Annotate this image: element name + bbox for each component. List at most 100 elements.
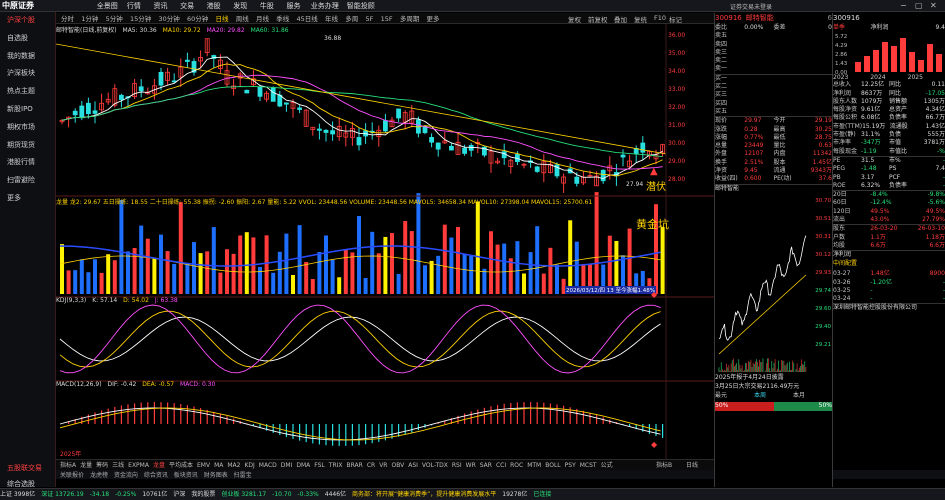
minimize-icon[interactable]: − <box>900 1 907 10</box>
bottom-tab[interactable]: 关联报价 <box>60 472 84 479</box>
sidebar-item[interactable]: 更多 <box>0 190 55 208</box>
sidebar-item[interactable]: 我的数据 <box>0 48 55 66</box>
close-icon[interactable]: ✕ <box>930 1 937 10</box>
bottom-tab[interactable]: 板块资讯 <box>174 472 198 479</box>
indicator-tab[interactable]: ASI <box>408 462 418 469</box>
indicator-tab[interactable]: 筹码 <box>96 462 108 469</box>
indicator-tab[interactable]: TRIX <box>329 462 343 469</box>
toolbar-button[interactable]: 复统 <box>634 14 647 24</box>
indicator-tab[interactable]: ROC <box>510 462 523 469</box>
news-tab[interactable]: 净利润 <box>833 251 945 260</box>
bottom-tab[interactable]: 财务图表 <box>204 472 228 479</box>
bottom-tab[interactable]: 龙虎榜 <box>90 472 108 479</box>
menu-item[interactable]: 全景图 <box>94 1 121 11</box>
indicator-tab[interactable]: DMA <box>296 462 310 469</box>
period-tab[interactable]: 15分钟 <box>130 15 151 23</box>
news-tab[interactable]: 中间配置 <box>833 260 945 270</box>
indicator-tab[interactable]: MTM <box>527 462 541 469</box>
indicator-tab[interactable]: MCST <box>580 462 597 469</box>
sidebar-item[interactable]: 新股IPO <box>0 101 55 119</box>
menu-item[interactable]: 行情 <box>121 1 148 11</box>
menu-item[interactable]: 港股 <box>200 1 227 11</box>
toolbar-button[interactable]: 前复权 <box>588 14 608 24</box>
indicator-tab[interactable]: SAR <box>480 462 492 469</box>
indicator-tab[interactable]: VR <box>379 462 387 469</box>
indicator-tab[interactable]: PSY <box>565 462 576 469</box>
account-status[interactable]: 证券交易未登录 <box>730 2 772 11</box>
sidebar-item[interactable]: 沪深个股 <box>0 12 55 30</box>
indicator-tab[interactable]: CCI <box>496 462 506 469</box>
menu-item[interactable]: 交易 <box>174 1 201 11</box>
maximize-icon[interactable]: ▢ <box>915 1 923 10</box>
indicator-tab[interactable]: CR <box>367 462 375 469</box>
sidebar-item[interactable]: 扫雷避险 <box>0 172 55 190</box>
indicator-tab[interactable]: MACD <box>259 462 277 469</box>
indicator-tab[interactable]: EXPMA <box>128 462 149 469</box>
sidebar-item[interactable]: 期权市场 <box>0 119 55 137</box>
menu-item[interactable]: 牛股 <box>254 1 281 11</box>
sidebar-item[interactable]: 热点主题 <box>0 83 55 101</box>
toolbar-button[interactable]: F10 <box>654 14 666 22</box>
intraday-chart[interactable]: 30.70 30.51 30.31 30.12 29.93 29.74 29.60 29.40… <box>715 194 833 374</box>
indicator-tab[interactable]: 指标A <box>60 462 76 469</box>
period-tab[interactable]: 30分钟 <box>159 15 180 23</box>
menu-item[interactable]: 服务 <box>280 1 307 11</box>
period-tab[interactable]: 15F <box>381 15 393 23</box>
indicator-tab[interactable]: 龙量 <box>80 462 92 469</box>
indicator-tab[interactable]: FSL <box>314 462 325 469</box>
period-tab[interactable]: 更多 <box>427 15 440 23</box>
fin-tab[interactable]: 单季 <box>833 24 870 32</box>
indicator-tab[interactable]: WR <box>466 462 476 469</box>
indicator-tab[interactable]: RSI <box>452 462 462 469</box>
period-tab[interactable]: 周线 <box>236 15 249 23</box>
menu-item[interactable]: 发现 <box>227 1 254 11</box>
fee-tab[interactable]: 最元 <box>715 392 754 402</box>
indicator-tab[interactable]: 三线 <box>112 462 124 469</box>
fin-tab[interactable]: 9.4 <box>908 24 945 32</box>
indicator-tab[interactable]: MA2 <box>227 462 240 469</box>
period-tab[interactable]: 5分钟 <box>106 15 123 23</box>
period-tab[interactable]: 5F <box>365 15 373 23</box>
bottom-tab[interactable]: 资金流向 <box>114 472 138 479</box>
period-tab[interactable]: 年线 <box>325 15 338 23</box>
bottom-tab[interactable]: 扫雷宝 <box>234 472 252 479</box>
indicator-tab[interactable]: BRAR <box>347 462 363 469</box>
sidebar-item[interactable]: 期货现货 <box>0 137 55 155</box>
toolbar-button[interactable]: 叠加 <box>614 14 627 24</box>
indicator-tab[interactable]: EMV <box>197 462 210 469</box>
indicator-tab[interactable]: DMI <box>281 462 293 469</box>
menu-item[interactable]: 智能投顾 <box>343 1 379 11</box>
period-tab[interactable]: 45日线 <box>296 15 317 23</box>
menu-item[interactable]: 业务办理 <box>307 1 343 11</box>
chart-area[interactable] <box>56 24 714 459</box>
period-tab[interactable]: 月线 <box>256 15 269 23</box>
toolbar-button[interactable]: 标记 <box>669 14 682 24</box>
indicator-tab[interactable]: OBV <box>391 462 404 469</box>
period-tab[interactable]: 季线 <box>276 15 289 23</box>
fin-tab[interactable]: 净利润 <box>870 24 907 32</box>
indicator-toggle[interactable]: 日线 <box>686 460 698 469</box>
indicator-tab[interactable]: 平均成本 <box>169 462 193 469</box>
indicator-tab[interactable]: BOLL <box>545 462 560 469</box>
period-tab[interactable]: 1分钟 <box>81 15 98 23</box>
period-tab[interactable]: 多周期 <box>400 15 420 23</box>
period-tab-selected[interactable]: 日线 <box>216 15 229 23</box>
fee-tab[interactable]: 本月 <box>793 392 832 402</box>
menu-item[interactable]: 资讯 <box>147 1 174 11</box>
sidebar-item[interactable]: 港股行情 <box>0 154 55 172</box>
indicator-tab[interactable]: 公式 <box>601 462 613 469</box>
row-value: 市值比 <box>889 147 908 155</box>
indicator-tab[interactable]: KDJ <box>244 462 254 469</box>
indicator-tab[interactable]: 龙盘 <box>153 462 165 469</box>
period-tab[interactable]: 多周 <box>345 15 358 23</box>
bottom-tab[interactable]: 综合资讯 <box>144 472 168 479</box>
sidebar-item[interactable]: 沪深板块 <box>0 65 55 83</box>
period-tab[interactable]: 60分钟 <box>187 15 208 23</box>
indicator-toggle[interactable]: 指标B <box>656 460 672 469</box>
indicator-tab[interactable]: VOL-TDX <box>422 462 448 469</box>
fee-tab[interactable]: 本周 <box>754 392 793 402</box>
sidebar-item[interactable]: 自选股 <box>0 30 55 48</box>
toolbar-button[interactable]: 复权 <box>568 14 581 24</box>
indicator-tab[interactable]: MA <box>214 462 223 469</box>
period-tab[interactable]: 分时 <box>61 15 74 23</box>
